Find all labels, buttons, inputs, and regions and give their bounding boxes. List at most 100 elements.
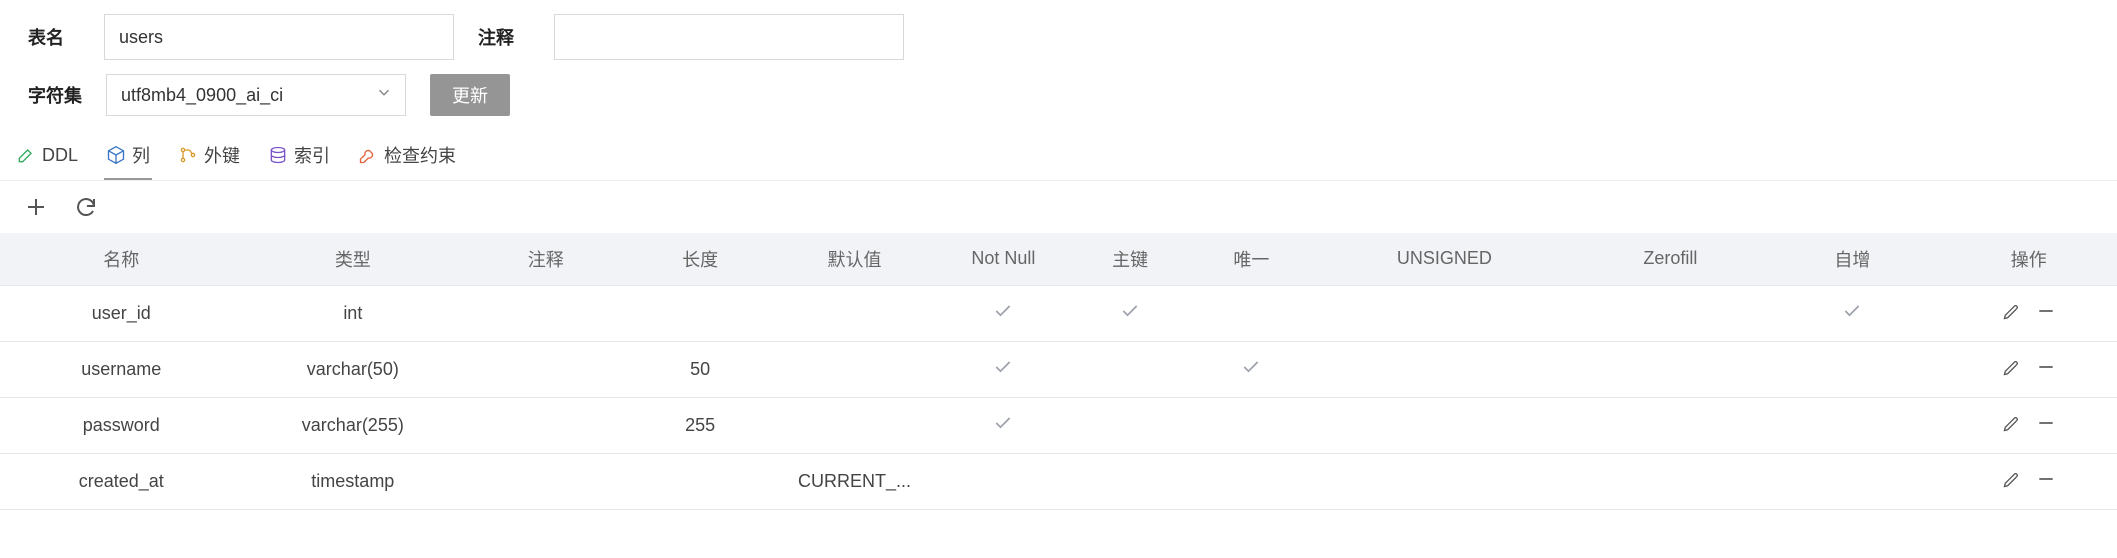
column-action-bar bbox=[0, 180, 2117, 233]
col-header-type[interactable]: 类型 bbox=[243, 233, 464, 285]
check-icon bbox=[1241, 357, 1261, 377]
tab-foreign-keys[interactable]: 外键 bbox=[176, 136, 242, 180]
cell-type[interactable]: varchar(50) bbox=[243, 341, 464, 397]
chevron-down-icon bbox=[375, 84, 393, 107]
cell-ops bbox=[1941, 453, 2117, 509]
cell-ops bbox=[1941, 285, 2117, 341]
check-icon bbox=[993, 357, 1013, 377]
col-header-ops[interactable]: 操作 bbox=[1941, 233, 2117, 285]
col-header-comment[interactable]: 注释 bbox=[463, 233, 628, 285]
branch-icon bbox=[178, 145, 198, 165]
property-tabs: DDL 列 外键 索引 检查约束 bbox=[0, 130, 2117, 180]
wrench-icon bbox=[358, 145, 378, 165]
tab-label: 检查约束 bbox=[384, 142, 456, 168]
comment-input[interactable] bbox=[554, 14, 904, 60]
cell-default[interactable] bbox=[772, 285, 937, 341]
cell-unsigned[interactable] bbox=[1312, 341, 1577, 397]
pencil-icon bbox=[16, 145, 36, 165]
cell-comment[interactable] bbox=[463, 285, 628, 341]
refresh-button[interactable] bbox=[74, 195, 98, 219]
cell-default[interactable]: CURRENT_... bbox=[772, 453, 937, 509]
cell-unsigned[interactable] bbox=[1312, 397, 1577, 453]
col-header-name[interactable]: 名称 bbox=[0, 233, 243, 285]
check-icon bbox=[1842, 301, 1862, 321]
edit-row-button[interactable] bbox=[2002, 469, 2022, 489]
tab-label: 列 bbox=[132, 142, 150, 168]
delete-row-button[interactable] bbox=[2036, 469, 2056, 489]
col-header-default[interactable]: 默认值 bbox=[772, 233, 937, 285]
cell-notnull[interactable] bbox=[937, 285, 1069, 341]
cell-zerofill[interactable] bbox=[1577, 453, 1764, 509]
cell-name[interactable]: user_id bbox=[0, 285, 243, 341]
cell-unique[interactable] bbox=[1191, 453, 1312, 509]
tab-check-constraint[interactable]: 检查约束 bbox=[356, 136, 458, 180]
charset-label: 字符集 bbox=[28, 82, 82, 108]
cell-comment[interactable] bbox=[463, 453, 628, 509]
cell-length[interactable]: 255 bbox=[628, 397, 771, 453]
tab-columns[interactable]: 列 bbox=[104, 136, 152, 180]
cell-autoinc[interactable] bbox=[1764, 397, 1940, 453]
comment-label: 注释 bbox=[478, 24, 530, 50]
cell-notnull[interactable] bbox=[937, 397, 1069, 453]
cell-unsigned[interactable] bbox=[1312, 453, 1577, 509]
table-name-input[interactable] bbox=[104, 14, 454, 60]
cell-zerofill[interactable] bbox=[1577, 341, 1764, 397]
cell-name[interactable]: username bbox=[0, 341, 243, 397]
delete-row-button[interactable] bbox=[2036, 357, 2056, 377]
charset-select[interactable]: utf8mb4_0900_ai_ci bbox=[106, 74, 406, 116]
cell-unsigned[interactable] bbox=[1312, 285, 1577, 341]
check-icon bbox=[993, 301, 1013, 321]
tab-ddl[interactable]: DDL bbox=[14, 139, 80, 178]
columns-table: 名称 类型 注释 长度 默认值 Not Null 主键 唯一 UNSIGNED … bbox=[0, 233, 2117, 510]
cell-unique[interactable] bbox=[1191, 285, 1312, 341]
update-button[interactable]: 更新 bbox=[430, 74, 510, 116]
cell-autoinc[interactable] bbox=[1764, 341, 1940, 397]
delete-row-button[interactable] bbox=[2036, 413, 2056, 433]
table-row[interactable]: user_idint bbox=[0, 285, 2117, 341]
cell-unique[interactable] bbox=[1191, 397, 1312, 453]
cell-length[interactable] bbox=[628, 453, 771, 509]
cell-comment[interactable] bbox=[463, 341, 628, 397]
delete-row-button[interactable] bbox=[2036, 301, 2056, 321]
cell-name[interactable]: password bbox=[0, 397, 243, 453]
cell-pk[interactable] bbox=[1070, 285, 1191, 341]
col-header-pk[interactable]: 主键 bbox=[1070, 233, 1191, 285]
cell-default[interactable] bbox=[772, 341, 937, 397]
cell-type[interactable]: int bbox=[243, 285, 464, 341]
tab-label: 索引 bbox=[294, 142, 330, 168]
table-row[interactable]: usernamevarchar(50) 50 bbox=[0, 341, 2117, 397]
cell-pk[interactable] bbox=[1070, 453, 1191, 509]
edit-row-button[interactable] bbox=[2002, 413, 2022, 433]
col-header-autoinc[interactable]: 自增 bbox=[1764, 233, 1940, 285]
tab-index[interactable]: 索引 bbox=[266, 136, 332, 180]
cell-ops bbox=[1941, 341, 2117, 397]
cell-zerofill[interactable] bbox=[1577, 397, 1764, 453]
cell-comment[interactable] bbox=[463, 397, 628, 453]
table-row[interactable]: created_attimestamp CURRENT_... bbox=[0, 453, 2117, 509]
cell-type[interactable]: varchar(255) bbox=[243, 397, 464, 453]
cell-length[interactable]: 50 bbox=[628, 341, 771, 397]
cell-name[interactable]: created_at bbox=[0, 453, 243, 509]
cell-default[interactable] bbox=[772, 397, 937, 453]
col-header-length[interactable]: 长度 bbox=[628, 233, 771, 285]
cell-pk[interactable] bbox=[1070, 341, 1191, 397]
edit-row-button[interactable] bbox=[2002, 301, 2022, 321]
col-header-zerofill[interactable]: Zerofill bbox=[1577, 233, 1764, 285]
cell-pk[interactable] bbox=[1070, 397, 1191, 453]
columns-header-row: 名称 类型 注释 长度 默认值 Not Null 主键 唯一 UNSIGNED … bbox=[0, 233, 2117, 285]
col-header-unique[interactable]: 唯一 bbox=[1191, 233, 1312, 285]
cell-type[interactable]: timestamp bbox=[243, 453, 464, 509]
cell-unique[interactable] bbox=[1191, 341, 1312, 397]
cell-notnull[interactable] bbox=[937, 341, 1069, 397]
cell-autoinc[interactable] bbox=[1764, 453, 1940, 509]
cell-autoinc[interactable] bbox=[1764, 285, 1940, 341]
table-properties-form: 表名 注释 字符集 utf8mb4_0900_ai_ci 更新 bbox=[0, 0, 2117, 130]
cell-zerofill[interactable] bbox=[1577, 285, 1764, 341]
add-column-button[interactable] bbox=[24, 195, 48, 219]
col-header-unsigned[interactable]: UNSIGNED bbox=[1312, 233, 1577, 285]
edit-row-button[interactable] bbox=[2002, 357, 2022, 377]
table-row[interactable]: passwordvarchar(255) 255 bbox=[0, 397, 2117, 453]
col-header-notnull[interactable]: Not Null bbox=[937, 233, 1069, 285]
cell-notnull[interactable] bbox=[937, 453, 1069, 509]
cell-length[interactable] bbox=[628, 285, 771, 341]
